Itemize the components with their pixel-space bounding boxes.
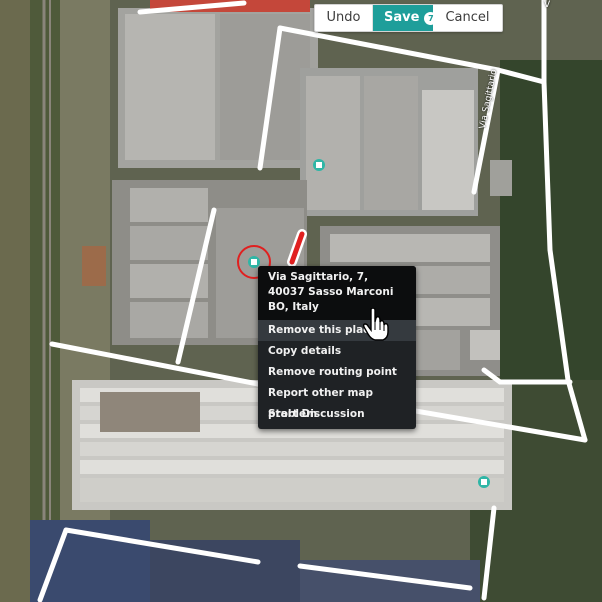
cancel-button[interactable]: Cancel: [433, 5, 502, 31]
hand-cursor-icon: [362, 308, 389, 341]
save-button[interactable]: Save 7: [373, 5, 438, 31]
menu-item-remove-place[interactable]: Remove this place: [258, 320, 416, 341]
menu-item-report-problem[interactable]: Report other map problem: [258, 383, 416, 420]
context-menu: Via Sagittario, 7, 40037 Sasso Marconi B…: [258, 266, 416, 429]
edit-toolbar: Undo Save 7 Cancel: [314, 4, 503, 32]
map-editor: Via Sagittario V Undo Save 7 Cancel Via …: [0, 0, 602, 602]
menu-item-copy-details[interactable]: Copy details: [258, 341, 416, 362]
menu-item-start-discussion[interactable]: Start Discussion: [258, 404, 416, 425]
undo-button[interactable]: Undo: [315, 5, 373, 31]
street-label-partial: V: [544, 0, 551, 10]
menu-item-remove-routing-point[interactable]: Remove routing point: [258, 362, 416, 383]
context-menu-address: Via Sagittario, 7, 40037 Sasso Marconi B…: [258, 266, 416, 320]
save-button-label: Save: [384, 10, 420, 25]
